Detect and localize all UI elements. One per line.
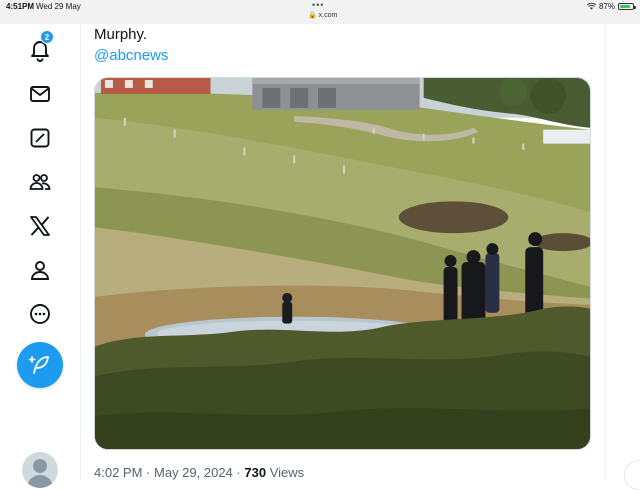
status-indicators: 87% bbox=[586, 2, 636, 11]
tweet-time[interactable]: 4:02 PM bbox=[94, 465, 142, 480]
sidebar-item-profile[interactable] bbox=[24, 254, 56, 286]
wifi-icon bbox=[586, 3, 596, 10]
communities-icon bbox=[29, 174, 51, 190]
avatar-body bbox=[27, 475, 53, 488]
tweet-text: Murphy. bbox=[94, 26, 148, 43]
meta-separator: · bbox=[146, 465, 151, 480]
tweet-meta: 4:02 PM · May 29, 2024 · 730 Views bbox=[94, 465, 304, 480]
sidebar-nav: 2 bbox=[0, 24, 80, 480]
tweet-photo[interactable] bbox=[94, 77, 591, 450]
sidebar-item-messages[interactable] bbox=[24, 78, 56, 110]
battery-cap bbox=[634, 6, 636, 9]
compose-post-button[interactable] bbox=[17, 342, 63, 388]
sidebar-item-notifications[interactable]: 2 bbox=[24, 30, 56, 66]
left-divider bbox=[80, 24, 81, 480]
sidebar-item-grok[interactable] bbox=[24, 122, 56, 154]
battery-icon bbox=[618, 3, 636, 10]
address-url-text: x.com bbox=[318, 12, 338, 19]
sidebar-item-communities[interactable] bbox=[24, 166, 56, 198]
status-bar: 4:51PM Wed 29 May ••• 🔒 x.com 87% bbox=[0, 0, 640, 24]
tweet-date[interactable]: May 29, 2024 bbox=[154, 465, 233, 480]
x-logo-icon bbox=[30, 216, 50, 236]
grok-icon bbox=[30, 128, 50, 148]
views-label: Views bbox=[269, 465, 305, 480]
sidebar-item-more[interactable] bbox=[24, 298, 56, 330]
multitask-dots-icon[interactable]: ••• bbox=[312, 0, 324, 10]
photo-scene bbox=[95, 78, 590, 449]
battery-percent: 87% bbox=[598, 2, 615, 11]
feather-plus-icon bbox=[28, 356, 49, 374]
notification-badge: 2 bbox=[40, 30, 54, 44]
right-column bbox=[606, 24, 640, 480]
address-url[interactable]: 🔒 x.com bbox=[308, 11, 337, 19]
more-icon bbox=[30, 304, 50, 324]
status-date: Wed 29 May bbox=[36, 2, 81, 11]
status-time: 4:51PM bbox=[6, 2, 35, 11]
profile-icon bbox=[31, 261, 49, 280]
sidebar-item-premium[interactable] bbox=[24, 210, 56, 242]
mail-icon bbox=[30, 86, 50, 102]
meta-separator-2: · bbox=[236, 465, 241, 480]
avatar-head bbox=[33, 459, 47, 473]
account-avatar[interactable] bbox=[22, 452, 58, 488]
battery-fill bbox=[620, 5, 631, 8]
views-count: 730 bbox=[244, 465, 267, 480]
tweet-mention-link[interactable]: @abcnews bbox=[94, 47, 168, 65]
